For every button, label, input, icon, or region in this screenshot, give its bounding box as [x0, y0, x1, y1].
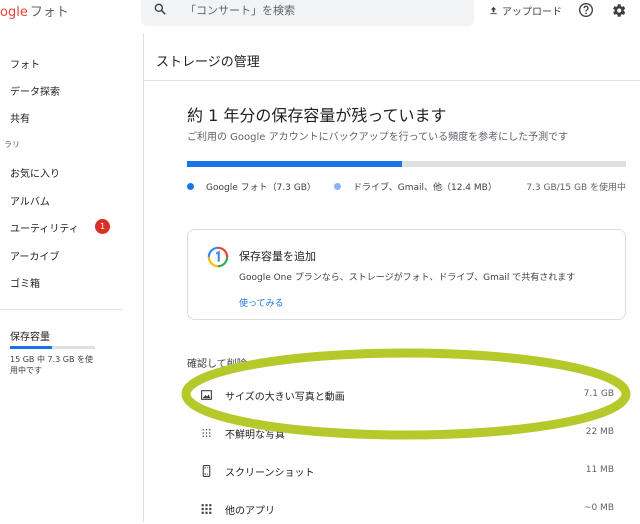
legend-dot-other: [334, 183, 341, 190]
sidebar-item-favorites[interactable]: お気に入り: [10, 165, 60, 180]
gear-icon[interactable]: [610, 2, 627, 19]
search-bar[interactable]: [141, 0, 474, 26]
phone-screenshot-icon: [202, 465, 211, 477]
review-item-label: サイズの大きい写真と動画: [225, 392, 345, 403]
utilities-badge: 1: [95, 219, 110, 234]
add-storage-card: 保存容量を追加 Google One プランなら、ストレージがフォト、ドライブ、…: [187, 229, 626, 320]
storage-subheading: ご利用の Google アカウントにバックアップを行っている頻度を参考にした予測…: [187, 132, 569, 143]
sidebar-storage-title[interactable]: 保存容量: [10, 328, 50, 343]
title-divider: [143, 80, 640, 81]
sidebar-item-albums[interactable]: アルバム: [10, 193, 50, 208]
sidebar-section-label: ラリ: [4, 140, 20, 149]
review-section-title: 確認して削除: [187, 359, 247, 370]
card-title: 保存容量を追加: [239, 250, 316, 263]
legend-photos-label: Google フォト（7.3 GB）: [206, 183, 316, 193]
review-item-screenshots[interactable]: スクリーンショット 11 MB: [187, 456, 626, 486]
sidebar-divider: [0, 309, 122, 310]
sidebar-item-sharing[interactable]: 共有: [10, 110, 30, 125]
top-bar: ogleフォト アップロード: [0, 0, 640, 33]
app-name: フォト: [29, 5, 69, 20]
sidebar-storage-bar-fill: [10, 346, 52, 349]
sidebar-item-utilities[interactable]: ユーティリティ: [10, 220, 79, 235]
try-it-link[interactable]: 使ってみる: [239, 296, 284, 309]
upload-label: アップロード: [502, 7, 562, 18]
search-input[interactable]: [185, 1, 455, 19]
review-item-blurry[interactable]: 不鮮明な写真 22 MB: [187, 418, 626, 448]
sidebar-item-trash[interactable]: ゴミ箱: [10, 275, 40, 290]
review-item-other-apps[interactable]: 他のアプリ ~0 MB: [187, 494, 626, 524]
google-one-icon: [207, 246, 229, 268]
storage-usage-bar-fill: [187, 161, 403, 167]
sidebar-item-archive[interactable]: アーカイブ: [10, 248, 59, 263]
review-item-size: 7.1 GB: [583, 389, 614, 399]
legend-other-label: ドライブ、Gmail、他（12.4 MB）: [353, 183, 497, 193]
usage-text: 7.3 GB/15 GB を使用中: [526, 183, 626, 193]
sidebar-storage-detail: 15 GB 中 7.3 GB を使用中です: [10, 355, 93, 375]
sidebar-storage-bar: [10, 346, 95, 349]
legend-dot-photos: [187, 183, 194, 190]
search-icon[interactable]: [153, 2, 167, 16]
upload-icon: [490, 6, 497, 15]
card-description: Google One プランなら、ストレージがフォト、ドライブ、Gmail で共…: [239, 273, 576, 283]
logo-text: ogle: [0, 5, 28, 20]
sidebar-edge: [143, 33, 144, 522]
legend-photos: Google フォト（7.3 GB）: [187, 180, 316, 193]
upload-button[interactable]: アップロード: [488, 3, 562, 18]
sidebar-item-photos[interactable]: フォト: [10, 56, 40, 71]
help-icon[interactable]: [578, 2, 594, 18]
page-title: ストレージの管理: [156, 55, 260, 70]
apps-grid-icon: [201, 504, 212, 514]
review-item-size: ~0 MB: [583, 503, 614, 513]
app-logo[interactable]: ogle フォト: [0, 1, 69, 20]
storage-heading: 約 1 年分の保存容量が残っています: [187, 106, 447, 125]
blur-icon: [202, 429, 211, 437]
storage-usage-bar: [187, 161, 626, 167]
review-item-label: 不鮮明な写真: [225, 430, 285, 441]
sidebar-item-explore[interactable]: データ探索: [10, 83, 60, 98]
review-item-size: 11 MB: [585, 465, 614, 475]
review-item-label: 他のアプリ: [225, 506, 275, 517]
photo-icon: [201, 390, 212, 400]
review-item-size: 22 MB: [585, 427, 614, 437]
review-item-large[interactable]: サイズの大きい写真と動画 7.1 GB: [187, 380, 626, 410]
review-item-label: スクリーンショット: [225, 468, 315, 479]
legend-other: ドライブ、Gmail、他（12.4 MB）: [334, 180, 497, 193]
